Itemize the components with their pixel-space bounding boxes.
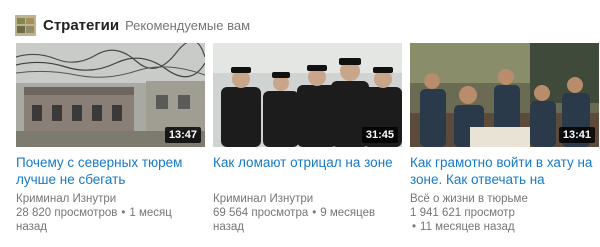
view-count: 1 941 621 просмотр bbox=[410, 207, 515, 219]
video-card[interactable]: 13:47 Почему с северных тюрем лучше не с… bbox=[16, 43, 205, 234]
upload-age: 11 месяцев назад bbox=[420, 221, 515, 233]
meta-separator: • bbox=[312, 207, 317, 219]
shelf-title[interactable]: Стратегии bbox=[43, 17, 119, 34]
recommendation-shelf: Стратегии Рекомендуемые вам 13:47 Почему… bbox=[0, 0, 600, 247]
video-meta: 28 820 просмотров • 1 месяц назад bbox=[16, 206, 205, 234]
shelf-header: Стратегии Рекомендуемые вам bbox=[15, 13, 250, 37]
video-duration: 13:41 bbox=[558, 127, 595, 143]
video-title-link[interactable]: Почему с северных тюрем лучше не сбегать bbox=[16, 154, 205, 188]
video-meta: 69 564 просмотра • 9 месяцев назад bbox=[213, 206, 402, 234]
channel-name-link[interactable]: Всё о жизни в тюрьме bbox=[410, 192, 599, 206]
channel-name-link[interactable]: Криминал Изнутри bbox=[213, 192, 402, 206]
video-duration: 31:45 bbox=[361, 127, 398, 143]
video-thumbnail[interactable]: 13:47 bbox=[16, 43, 205, 147]
video-card[interactable]: 31:45 Как ломают отрицал на зоне Кримина… bbox=[213, 43, 402, 234]
view-count: 69 564 просмотра bbox=[213, 207, 309, 219]
channel-avatar-icon[interactable] bbox=[15, 14, 36, 36]
video-duration: 13:47 bbox=[164, 127, 201, 143]
video-thumbnail[interactable]: 13:41 bbox=[410, 43, 599, 147]
video-meta: 1 941 621 просмотр • 11 месяцев назад bbox=[410, 206, 599, 234]
shelf-subtitle: Рекомендуемые вам bbox=[125, 17, 251, 33]
video-title-link[interactable]: Как ломают отрицал на зоне bbox=[213, 154, 402, 188]
video-thumbnail[interactable]: 31:45 bbox=[213, 43, 402, 147]
meta-separator: • bbox=[412, 221, 417, 233]
video-title-link[interactable]: Как грамотно войти в хату на зоне. Как о… bbox=[410, 154, 599, 188]
video-card[interactable]: 13:41 Как грамотно войти в хату на зоне.… bbox=[410, 43, 599, 234]
meta-separator: • bbox=[121, 207, 126, 219]
view-count: 28 820 просмотров bbox=[16, 207, 118, 219]
channel-name-link[interactable]: Криминал Изнутри bbox=[16, 192, 205, 206]
